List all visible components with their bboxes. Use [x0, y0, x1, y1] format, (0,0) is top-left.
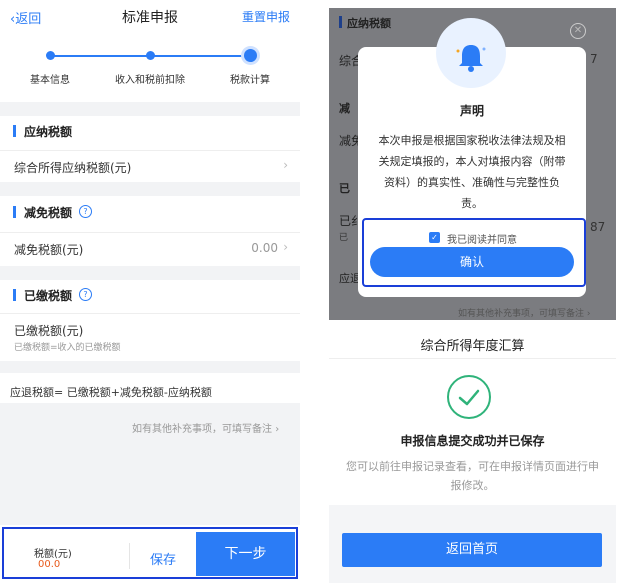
footer-divider — [129, 543, 130, 569]
divider — [329, 358, 616, 359]
success-check-icon — [447, 375, 491, 419]
row-label: 减免税额(元) — [14, 243, 84, 257]
divider — [0, 102, 300, 116]
row-paid: 已缴税额(元) 已缴税额=收入的已缴税额 — [0, 313, 300, 358]
agree-label[interactable]: 我已阅读并同意 — [447, 231, 517, 246]
section-header-reduction: 减免税额 ? — [0, 199, 300, 225]
chevron-right-icon: › — [275, 424, 280, 435]
bell-icon — [456, 45, 486, 72]
agree-checkbox[interactable]: ✓ — [429, 232, 440, 243]
nav-bar: ‹返回 标准申报 重置申报 — [0, 0, 300, 34]
formula-text: 应退税额= 已缴税额+减免税额-应纳税额 — [10, 386, 212, 399]
row-label: 已缴税额(元) — [14, 324, 84, 338]
section-title: 减免税额 — [24, 206, 73, 220]
bg-remark-link: 如有其他补充事项，可填写备注 › — [458, 306, 591, 319]
save-button[interactable]: 保存 — [150, 549, 176, 568]
check-icon — [458, 389, 480, 406]
chevron-right-icon: › — [586, 309, 591, 319]
remark-link[interactable]: 如有其他补充事项，可填写备注 › — [132, 420, 279, 435]
bg-row: 已 — [339, 182, 350, 195]
next-button[interactable]: 下一步 — [196, 532, 295, 576]
row-payable-tax[interactable]: 综合所得应纳税额(元) › — [0, 150, 300, 181]
step-label-2: 收入和税前扣除 — [115, 75, 185, 86]
footer-tax-label: 税额(元) — [34, 549, 72, 560]
divider — [0, 266, 300, 280]
left-screen: ‹返回 标准申报 重置申报 基本信息 收入和税前扣除 税款计算 应纳税额 综合所… — [0, 0, 300, 583]
row-sublabel: 已缴税额=收入的已缴税额 — [14, 343, 121, 353]
section-title: 已缴税额 — [24, 289, 73, 303]
divider — [0, 182, 300, 196]
result-page-title: 综合所得年度汇算 — [420, 339, 525, 354]
section-header-paid: 已缴税额 ? — [0, 282, 300, 308]
footer-tax-value: 00.0 — [38, 559, 61, 570]
row-reduction[interactable]: 减免税额(元) 0.00 › — [0, 232, 300, 263]
section-title: 应纳税额 — [24, 125, 73, 139]
row-label: 综合所得应纳税额(元) — [14, 161, 132, 175]
success-title: 申报信息提交成功并已保存 — [400, 434, 545, 448]
bg-row-tail: 7 — [590, 52, 598, 66]
confirm-button[interactable]: 确认 — [370, 247, 574, 277]
row-value: 0.00 — [251, 241, 278, 255]
section-header-payable: 应纳税额 — [0, 118, 300, 144]
bg-row-sub: 已 — [339, 233, 349, 243]
help-icon[interactable]: ? — [79, 205, 92, 218]
reset-button[interactable]: 重置申报 — [242, 8, 290, 25]
bg-row: 减 — [339, 102, 350, 115]
chevron-right-icon: › — [283, 158, 288, 172]
bg-row-value: 87 — [590, 220, 606, 234]
step-dot-1 — [46, 51, 55, 60]
success-description: 您可以前往申报记录查看，可在申报详情页面进行申报修改。 — [346, 460, 599, 492]
remark-label: 如有其他补充事项，可填写备注 — [132, 424, 272, 435]
chevron-right-icon: › — [283, 240, 288, 254]
step-dot-2 — [146, 51, 155, 60]
bg-section-title: 应纳税额 — [347, 17, 391, 30]
step-label-3: 税款计算 — [230, 75, 270, 86]
step-label-1: 基本信息 — [30, 75, 70, 86]
close-icon[interactable]: ✕ — [570, 23, 586, 39]
return-home-button[interactable]: 返回首页 — [342, 533, 602, 567]
remark-label: 如有其他补充事项，可填写备注 — [458, 309, 585, 319]
modal-title: 声明 — [459, 104, 484, 118]
step-dot-3 — [244, 49, 257, 62]
help-icon[interactable]: ? — [79, 288, 92, 301]
modal-body: 本次申报是根据国家税收法律法规及相关规定填报的，本人对填报内容（附带资料）的真实… — [378, 134, 566, 210]
divider — [0, 361, 300, 373]
